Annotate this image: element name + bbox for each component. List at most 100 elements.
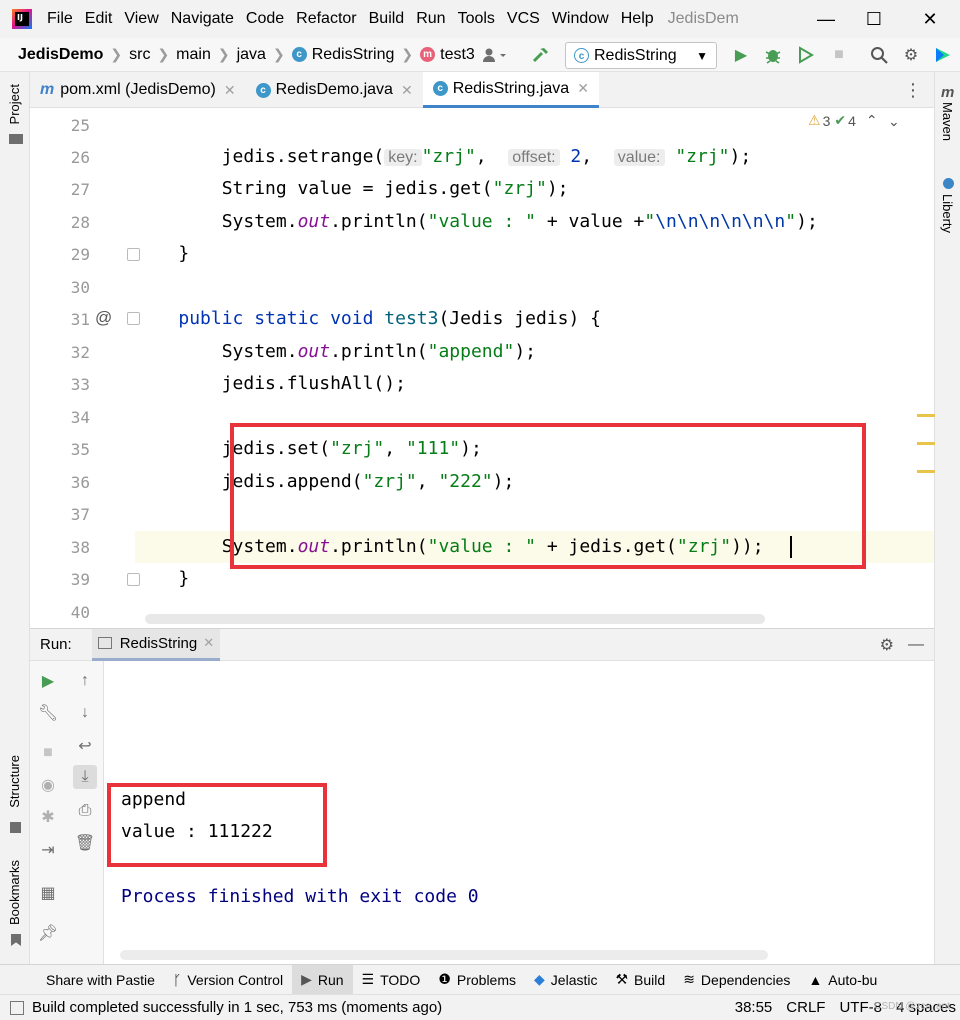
run-icon[interactable]: ▶: [730, 44, 752, 66]
close-window-button[interactable]: ✕: [906, 0, 954, 38]
console-horizontal-scrollbar[interactable]: [120, 950, 768, 960]
structure-tool-tab[interactable]: Structure: [7, 755, 22, 808]
editor-horizontal-scrollbar[interactable]: [145, 614, 765, 624]
menu-refactor[interactable]: Refactor: [296, 10, 356, 28]
run-tab-label: RedisString: [119, 634, 198, 652]
version-control-button[interactable]: ᚴ Version Control: [164, 965, 292, 995]
menu-file[interactable]: File: [47, 10, 73, 28]
code-with-me-icon[interactable]: [932, 44, 954, 66]
line-number: 30: [70, 278, 90, 297]
debug-icon[interactable]: [762, 44, 784, 66]
breadcrumb-project[interactable]: JedisDemo: [18, 46, 103, 64]
caret-position[interactable]: 38:55: [735, 999, 773, 1016]
chevron-right-icon: ❯: [217, 46, 230, 62]
user-icon[interactable]: [478, 44, 512, 66]
tab-redisstring-java[interactable]: c RedisString.java ✕: [422, 72, 599, 108]
class-icon: c: [291, 47, 307, 62]
menu-vcs[interactable]: VCS: [507, 10, 540, 28]
status-message[interactable]: Build completed successfully in 1 sec, 7…: [32, 999, 442, 1016]
tool-label: Dependencies: [700, 971, 791, 988]
soft-wrap-icon[interactable]: ↩: [73, 734, 97, 758]
tool-label: Auto-bu: [828, 971, 878, 988]
maven-tool-tab[interactable]: Maven: [940, 102, 955, 141]
print-icon[interactable]: ⎙: [73, 799, 97, 823]
next-highlight-icon[interactable]: ⌃: [888, 112, 900, 129]
dependencies-button[interactable]: ≋ Dependencies: [674, 965, 799, 995]
tab-redisdemo-java[interactable]: c RedisDemo.java ✕: [246, 72, 423, 108]
auto-build-button[interactable]: ▲ Auto-bu: [799, 965, 886, 995]
tool-window-bar: Share with Pastie ᚴ Version Control ▶ Run …: [0, 964, 960, 995]
exit-icon[interactable]: ⇥: [36, 838, 60, 862]
up-arrow-icon[interactable]: ↑: [73, 669, 97, 693]
line-separator[interactable]: CRLF: [786, 999, 825, 1016]
menu-build[interactable]: Build: [369, 10, 405, 28]
status-panel-icon[interactable]: [10, 1000, 24, 1015]
debug-bug-icon[interactable]: ✱: [36, 805, 60, 829]
stop-icon[interactable]: ■: [36, 741, 60, 765]
more-options-icon[interactable]: ⋮: [904, 72, 922, 107]
search-icon[interactable]: [868, 44, 890, 66]
line-number: 34: [70, 408, 90, 427]
todo-button[interactable]: ☰ TODO: [353, 965, 430, 995]
run-configuration-select[interactable]: c RedisString ▼: [565, 42, 717, 69]
code-line-29: }: [135, 243, 190, 264]
problems-button[interactable]: ❶ Problems: [429, 965, 525, 995]
breadcrumb-src[interactable]: src: [129, 46, 150, 64]
wrench-icon[interactable]: 🔧︎: [36, 701, 60, 725]
override-at-icon[interactable]: @: [95, 308, 112, 328]
close-tab-icon[interactable]: ✕: [224, 82, 236, 99]
tab-pom-xml[interactable]: m pom.xml (JedisDemo) ✕: [30, 72, 246, 108]
layout-icon[interactable]: ▦: [36, 881, 60, 905]
menu-tools[interactable]: Tools: [458, 10, 495, 28]
tab-label: pom.xml (JedisDemo): [60, 81, 216, 98]
previous-highlight-icon[interactable]: ⌃: [866, 112, 878, 129]
hide-panel-icon[interactable]: —: [908, 636, 924, 654]
share-with-pastie-button[interactable]: Share with Pastie: [0, 965, 164, 995]
code-line-31: public static void test3(Jedis jedis) {: [178, 308, 602, 329]
run-label: Run:: [40, 636, 72, 653]
menu-run[interactable]: Run: [416, 10, 445, 28]
close-tab-icon[interactable]: ✕: [401, 82, 413, 99]
project-tool-tab[interactable]: Project: [7, 84, 22, 124]
menu-help[interactable]: Help: [621, 10, 654, 28]
bookmarks-tool-tab[interactable]: Bookmarks: [7, 860, 22, 925]
breadcrumb-method[interactable]: test3: [440, 46, 475, 64]
rerun-icon[interactable]: ▶: [36, 669, 60, 693]
layers-icon: ≋: [683, 971, 695, 987]
close-tab-icon[interactable]: ✕: [577, 80, 589, 97]
chevron-right-icon: ❯: [157, 46, 170, 62]
menu-navigate[interactable]: Navigate: [171, 10, 234, 28]
editor-gutter: 25 26 27 28 29 30 31 32 33 34 35 36 37 3…: [30, 108, 165, 626]
chevron-right-icon: ❯: [401, 46, 414, 62]
run-tab-redisstring[interactable]: RedisString ✕: [91, 628, 221, 661]
settings-gear-icon[interactable]: ⚙: [900, 44, 922, 66]
jelastic-button[interactable]: ◆ Jelastic: [525, 965, 606, 995]
run-coverage-icon[interactable]: [795, 44, 817, 66]
breadcrumb-class[interactable]: RedisString: [312, 46, 395, 64]
trash-icon[interactable]: 🗑︎: [73, 831, 97, 855]
liberty-icon: [943, 178, 954, 189]
menu-code[interactable]: Code: [246, 10, 284, 28]
stop-icon[interactable]: ■: [828, 44, 850, 66]
breadcrumb-main[interactable]: main: [176, 46, 211, 64]
scroll-to-end-icon[interactable]: ⤓: [73, 765, 97, 789]
inspection-widget[interactable]: ⚠ 3 ✔ 4 ⌃ ⌃: [808, 112, 899, 129]
pin-icon[interactable]: 📌︎: [36, 921, 60, 945]
line-number: 36: [70, 473, 90, 492]
camera-icon[interactable]: ◉: [36, 773, 60, 797]
liberty-tool-tab[interactable]: Liberty: [940, 194, 955, 233]
build-button[interactable]: ⚒ Build: [606, 965, 674, 995]
settings-gear-icon[interactable]: ⚙: [880, 635, 894, 655]
close-tab-icon[interactable]: ✕: [203, 635, 214, 651]
menu-view[interactable]: View: [124, 10, 158, 28]
tool-label: Share with Pastie: [46, 971, 155, 988]
menu-edit[interactable]: Edit: [85, 10, 113, 28]
triangle-icon: ▲: [808, 971, 823, 988]
menu-window[interactable]: Window: [552, 10, 609, 28]
maximize-button[interactable]: ☐: [850, 0, 898, 38]
minimize-button[interactable]: —: [802, 0, 850, 38]
down-arrow-icon[interactable]: ↓: [73, 701, 97, 725]
breadcrumb-java[interactable]: java: [237, 46, 266, 64]
run-button[interactable]: ▶ Run: [292, 964, 353, 995]
build-hammer-icon[interactable]: [530, 44, 552, 66]
